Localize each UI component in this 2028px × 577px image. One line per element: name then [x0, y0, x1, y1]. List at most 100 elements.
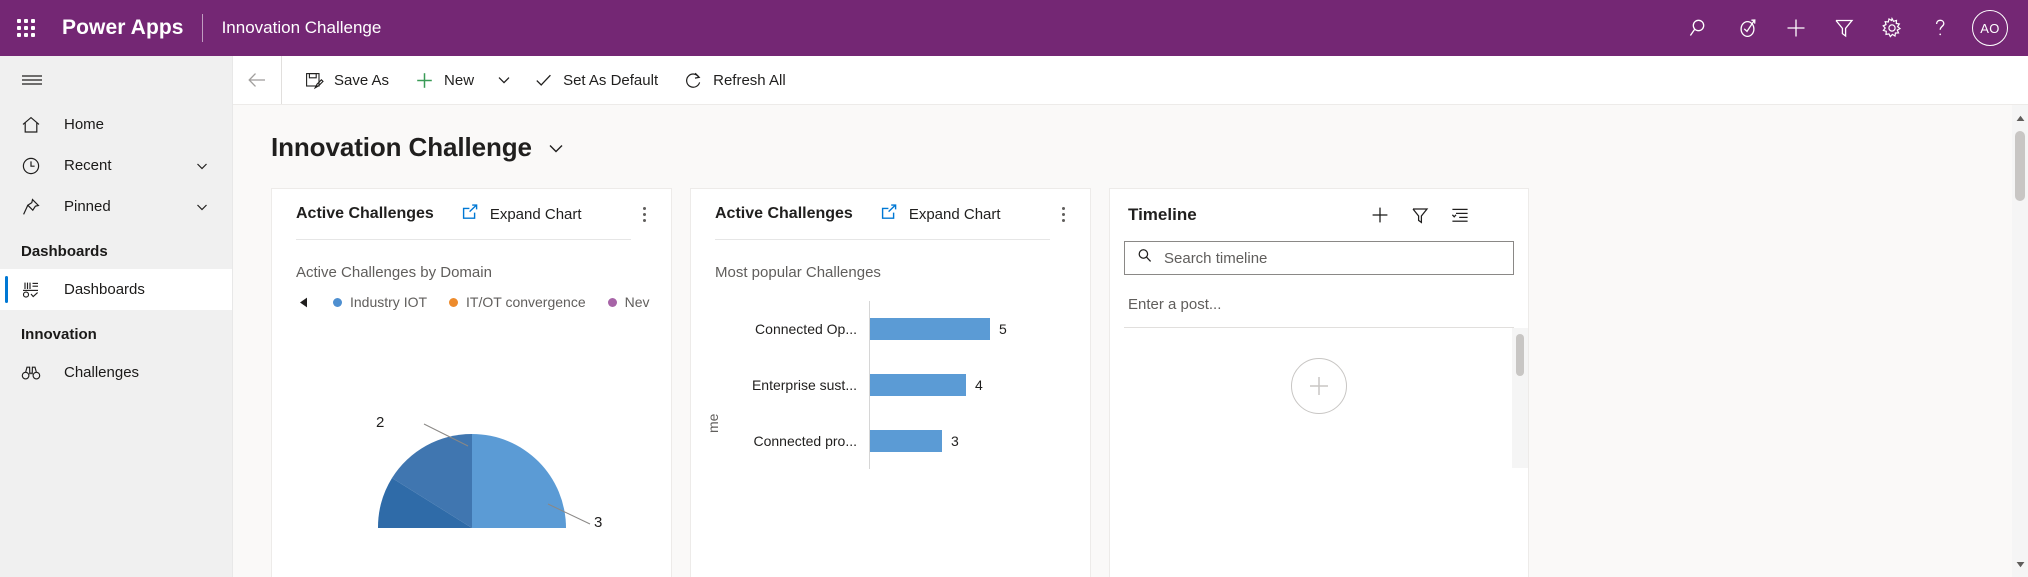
new-button[interactable]: New	[402, 56, 487, 104]
legend-dot	[333, 298, 342, 307]
refresh-all-label: Refresh All	[713, 72, 786, 89]
bar-row: Connected Op... 5	[691, 301, 1090, 357]
timeline-scrollbar-thumb[interactable]	[1516, 334, 1524, 376]
timeline-sort-button[interactable]	[1440, 195, 1480, 235]
bar-track: 5	[869, 301, 1090, 357]
avatar[interactable]: AO	[1972, 10, 2008, 46]
scroll-up-arrow-icon[interactable]	[2015, 111, 2025, 125]
expand-icon	[461, 203, 479, 226]
timeline-post-placeholder[interactable]: Enter a post...	[1110, 275, 1528, 313]
sidebar-item-dashboards[interactable]: Dashboards	[0, 269, 232, 310]
plus-icon[interactable]	[1772, 0, 1820, 56]
sidebar-item-label: Challenges	[43, 364, 139, 381]
command-bar-divider	[281, 56, 282, 104]
sidebar: Home Recent Pinned	[0, 56, 233, 577]
header-icon-group: AO	[1676, 0, 2028, 56]
page-scrollbar-thumb[interactable]	[2015, 131, 2025, 201]
legend-item[interactable]: Nev	[608, 294, 650, 310]
pie-chart: 2 3	[272, 328, 671, 528]
timeline-search-input[interactable]	[1153, 250, 1513, 267]
arrow-left-icon	[246, 69, 268, 91]
back-button[interactable]	[233, 56, 281, 104]
clock-icon	[21, 156, 43, 176]
expand-chart-button[interactable]: Expand Chart	[461, 203, 582, 226]
timeline-empty-plus-icon	[1291, 358, 1347, 414]
chevron-down-icon[interactable]	[195, 200, 209, 214]
legend-prev-arrow-icon[interactable]	[298, 296, 311, 309]
bar-track: 3	[869, 413, 1090, 469]
new-label: New	[444, 72, 474, 89]
timeline-more-button[interactable]	[1480, 195, 1520, 235]
command-bar: Save As New	[233, 56, 2028, 105]
search-icon	[1136, 247, 1153, 269]
gear-icon[interactable]	[1868, 0, 1916, 56]
sidebar-item-label: Recent	[43, 157, 112, 174]
legend-item[interactable]: Industry IOT	[333, 294, 427, 310]
waffle-menu-button[interactable]	[0, 0, 52, 56]
hamburger-menu-button[interactable]	[0, 56, 232, 104]
sidebar-item-challenges[interactable]: Challenges	[0, 352, 232, 393]
app-name-label[interactable]: Innovation Challenge	[203, 18, 382, 38]
sidebar-item-pinned[interactable]: Pinned	[0, 186, 232, 227]
card-more-button[interactable]	[631, 197, 657, 231]
search-icon[interactable]	[1676, 0, 1724, 56]
card-active-challenges-bar: Active Challenges Expand Chart	[690, 188, 1091, 577]
page-title-row: Innovation Challenge	[233, 105, 2028, 163]
sidebar-item-label: Home	[43, 116, 104, 133]
sidebar-group-title-dashboards: Dashboards	[0, 227, 232, 269]
kebab-icon	[1062, 205, 1065, 223]
brand-label[interactable]: Power Apps	[52, 16, 202, 40]
refresh-all-button[interactable]: Refresh All	[671, 56, 799, 104]
chevron-down-icon[interactable]	[195, 159, 209, 173]
sidebar-item-recent[interactable]: Recent	[0, 145, 232, 186]
timeline-empty-state	[1110, 328, 1528, 468]
bar-fill[interactable]	[870, 318, 990, 340]
kebab-icon	[643, 205, 646, 223]
card-active-challenges-pie: Active Challenges Expand Chart	[271, 188, 672, 577]
pie-svg[interactable]	[272, 328, 672, 528]
bar-row: Connected pro... 3	[691, 413, 1090, 469]
expand-chart-label: Expand Chart	[909, 206, 1001, 223]
check-circle-icon[interactable]	[1724, 0, 1772, 56]
expand-chart-button[interactable]: Expand Chart	[880, 203, 1001, 226]
chart-legend: Industry IOT IT/OT convergence Nev	[272, 281, 671, 310]
scroll-down-arrow-icon[interactable]	[2015, 557, 2025, 571]
timeline-scrollbar-track[interactable]	[1512, 328, 1528, 468]
body-wrapper: Home Recent Pinned	[0, 56, 2028, 577]
card-header: Active Challenges Expand Chart	[272, 189, 671, 239]
bar-category-label: Connected Op...	[721, 321, 869, 337]
bar-value-label: 3	[951, 433, 959, 449]
card-more-button[interactable]	[1050, 197, 1076, 231]
bar-fill[interactable]	[870, 374, 966, 396]
new-caret-button[interactable]	[487, 56, 521, 104]
bar-value-label: 5	[999, 321, 1007, 337]
bar-row: Enterprise sust... 4	[691, 357, 1090, 413]
legend-dot	[449, 298, 458, 307]
save-as-button[interactable]: Save As	[292, 56, 402, 104]
timeline-search-box[interactable]	[1124, 241, 1514, 275]
help-icon[interactable]	[1916, 0, 1964, 56]
chevron-down-icon	[496, 72, 512, 88]
page-title-chevron-down-icon[interactable]	[546, 138, 566, 158]
timeline-filter-button[interactable]	[1400, 195, 1440, 235]
sidebar-item-home[interactable]: Home	[0, 104, 232, 145]
main-region: Save As New	[233, 56, 2028, 577]
bar-fill[interactable]	[870, 430, 942, 452]
binoculars-icon	[21, 363, 43, 383]
legend-label: IT/OT convergence	[466, 294, 586, 310]
legend-item[interactable]: IT/OT convergence	[449, 294, 586, 310]
legend-next-arrow-icon[interactable]	[668, 296, 671, 309]
sort-icon	[1450, 205, 1470, 225]
set-as-default-label: Set As Default	[563, 72, 658, 89]
page-title: Innovation Challenge	[271, 132, 532, 163]
waffle-icon	[17, 19, 35, 37]
filter-icon[interactable]	[1820, 0, 1868, 56]
pie-data-label: 2	[376, 414, 384, 431]
hamburger-icon	[21, 72, 43, 88]
page-scrollbar-track[interactable]	[2012, 105, 2028, 577]
card-title: Active Challenges	[715, 205, 853, 223]
filter-icon	[1410, 205, 1430, 225]
chart-subtitle: Most popular Challenges	[691, 240, 1090, 281]
timeline-add-button[interactable]	[1360, 195, 1400, 235]
set-as-default-button[interactable]: Set As Default	[521, 56, 671, 104]
